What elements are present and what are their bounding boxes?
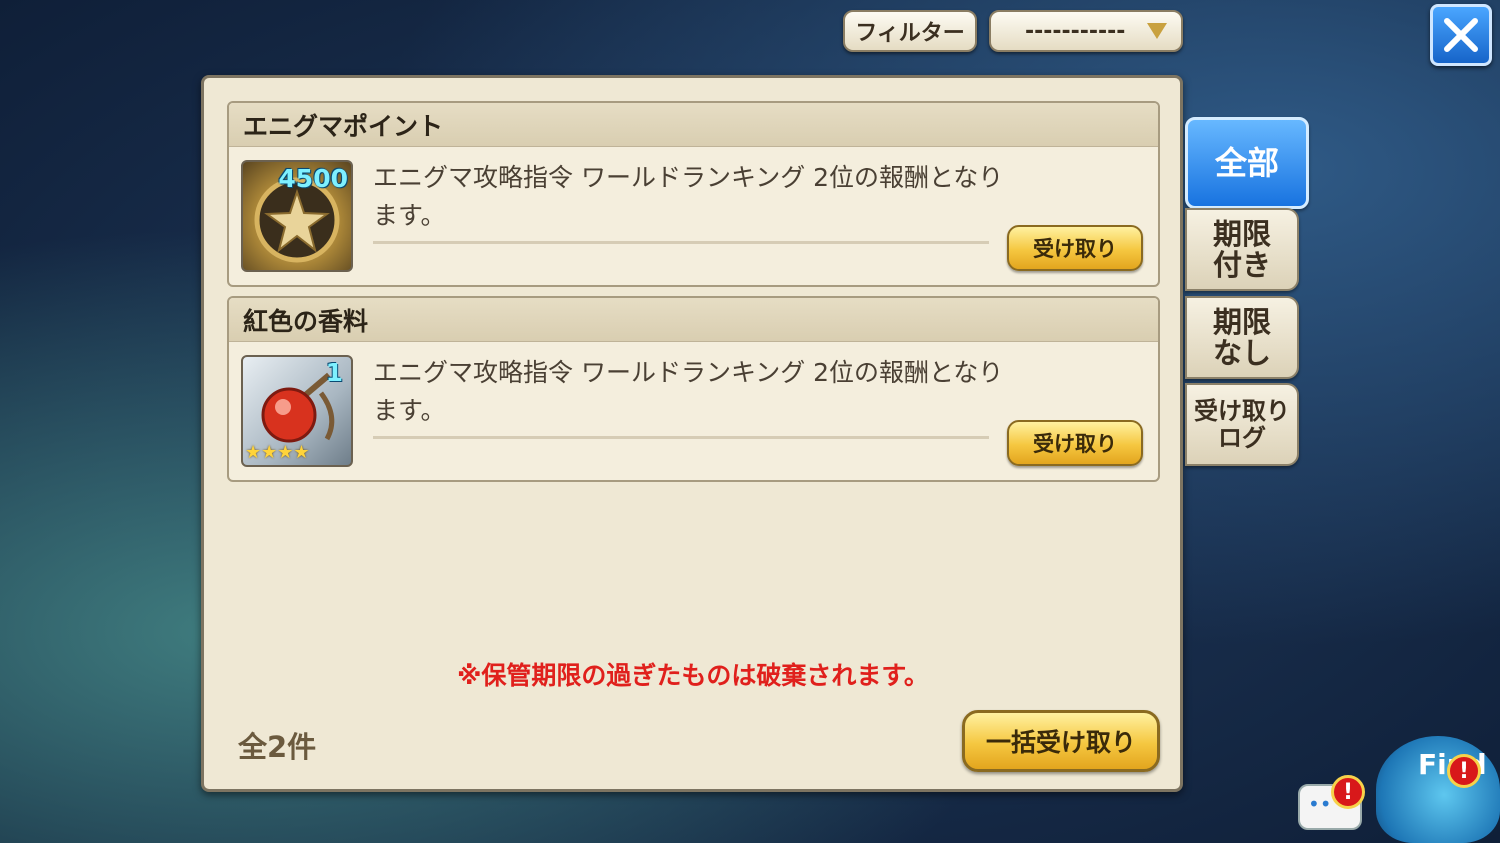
rarity-stars: ★★★★ bbox=[245, 442, 310, 463]
item-count: 全2件 bbox=[238, 730, 317, 764]
list-item: エニグマポイント 4500 エニグマ攻略指令 ワールドランキング 2位の報酬とな… bbox=[227, 101, 1160, 287]
alert-icon: ! bbox=[1331, 775, 1365, 809]
filter-select[interactable]: ----------- bbox=[989, 10, 1183, 52]
filter-button[interactable]: フィルター bbox=[843, 10, 977, 52]
red-perfume-bottle-icon: 1 ★★★★ bbox=[241, 355, 353, 467]
filter-select-value: ----------- bbox=[1025, 18, 1126, 44]
item-description: エニグマ攻略指令 ワールドランキング 2位の報酬となります。 bbox=[373, 358, 1004, 425]
bulk-receive-button[interactable]: 一括受け取り bbox=[962, 710, 1160, 772]
tab-all[interactable]: 全部 bbox=[1185, 117, 1309, 209]
chat-icon: •• bbox=[1308, 792, 1332, 816]
divider bbox=[373, 241, 989, 244]
item-title: エニグマポイント bbox=[229, 103, 1158, 147]
chevron-down-icon bbox=[1147, 23, 1167, 39]
enigma-point-medal-icon: 4500 bbox=[241, 160, 353, 272]
alert-icon: ! bbox=[1447, 754, 1481, 788]
list-item: 紅色の香料 1 ★★★★ エニグマ攻略指令 ワールドランキング 2位の報酬となり… bbox=[227, 296, 1160, 482]
divider bbox=[373, 436, 989, 439]
close-button[interactable] bbox=[1430, 4, 1492, 66]
tab-receive-log[interactable]: 受け取り ログ bbox=[1185, 383, 1299, 466]
receive-button[interactable]: 受け取り bbox=[1007, 225, 1143, 271]
item-quantity: 1 bbox=[325, 358, 343, 387]
item-title: 紅色の香料 bbox=[229, 298, 1158, 342]
tab-with-expiry[interactable]: 期限 付き bbox=[1185, 208, 1299, 291]
item-description: エニグマ攻略指令 ワールドランキング 2位の報酬となります。 bbox=[373, 163, 1004, 230]
receive-button[interactable]: 受け取り bbox=[1007, 420, 1143, 466]
expiry-notice: ※保管期限の過ぎたものは破棄されます。 bbox=[457, 661, 929, 690]
close-icon bbox=[1444, 18, 1478, 52]
tab-no-expiry[interactable]: 期限 なし bbox=[1185, 296, 1299, 379]
gift-box-panel: エニグマポイント 4500 エニグマ攻略指令 ワールドランキング 2位の報酬とな… bbox=[201, 75, 1183, 792]
item-quantity: 4500 bbox=[278, 164, 348, 193]
